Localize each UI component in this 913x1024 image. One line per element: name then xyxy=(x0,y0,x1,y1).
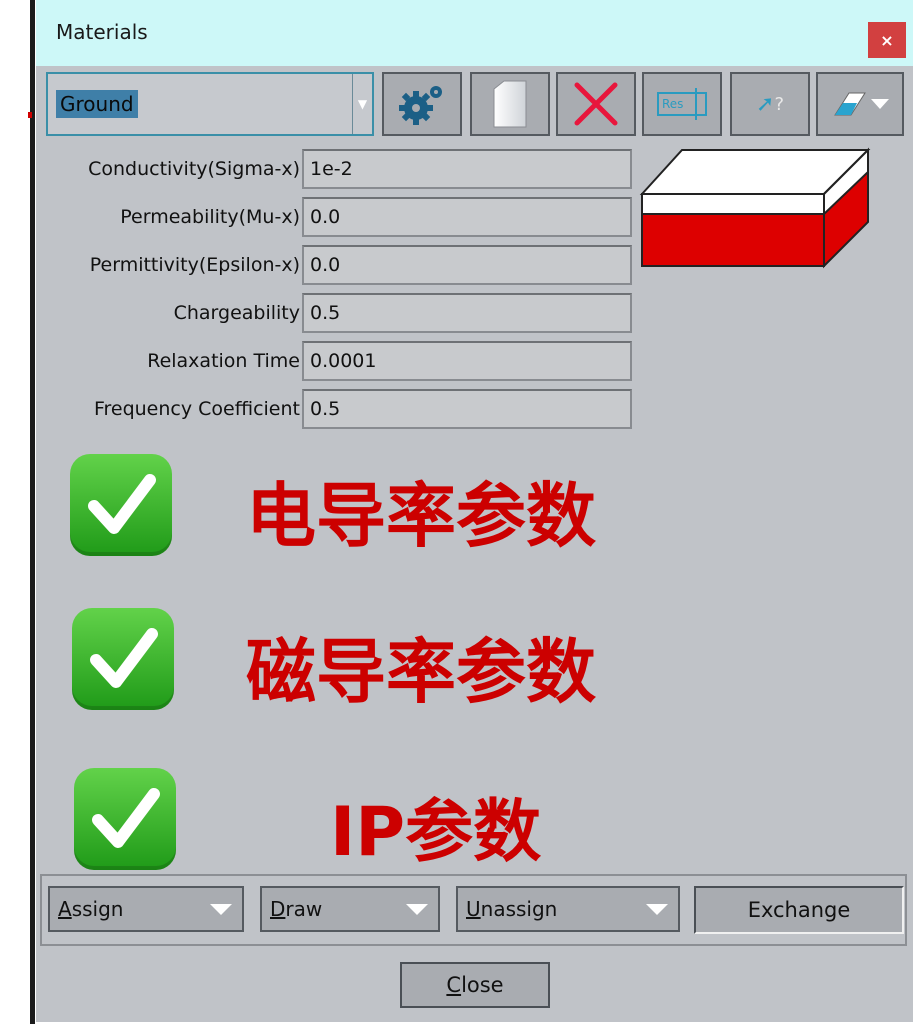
material-select[interactable]: Ground ▼ xyxy=(46,72,374,136)
assign-mnemonic: A xyxy=(58,897,72,921)
assign-dropdown[interactable]: Assign xyxy=(48,886,244,932)
eraser-icon xyxy=(834,92,866,116)
new-document-icon xyxy=(493,80,527,128)
relaxation-time-field[interactable]: 0.0001 xyxy=(302,341,632,381)
eraser-dropdown-button[interactable] xyxy=(816,72,904,136)
chargeability-label: Chargeability xyxy=(173,302,300,324)
permittivity-label: Permittivity(Epsilon-x) xyxy=(89,254,300,276)
conductivity-field[interactable]: 1e-2 xyxy=(302,149,632,189)
pointer-help-label: ? xyxy=(774,93,784,115)
chevron-down-icon[interactable]: ▼ xyxy=(352,74,372,134)
unassign-mnemonic: U xyxy=(466,897,481,921)
chevron-down-icon xyxy=(871,99,889,109)
conductivity-label: Conductivity(Sigma-x) xyxy=(88,158,300,180)
permeability-params-annotation: 磁导率参数 xyxy=(246,631,596,713)
draw-mnemonic: D xyxy=(270,897,286,921)
unassign-label: nassign xyxy=(480,897,558,921)
draw-dropdown[interactable]: Draw xyxy=(260,886,440,932)
permeability-label: Permeability(Mu-x) xyxy=(120,206,300,228)
ip-params-annotation: IP参数 xyxy=(330,793,542,872)
materials-dialog: Materials × Ground ▼ Res ➚ ? Conductivit… xyxy=(36,0,913,1022)
window-title: Materials xyxy=(56,20,148,44)
close-window-button[interactable]: × xyxy=(868,22,906,58)
delete-x-icon xyxy=(574,82,618,126)
frequency-coefficient-label: Frequency Coefficient xyxy=(93,398,300,420)
conductivity-params-annotation: 电导率参数 xyxy=(246,475,596,557)
close-label: lose xyxy=(461,973,504,997)
close-button[interactable]: Close xyxy=(400,962,550,1008)
resistivity-button[interactable]: Res xyxy=(642,72,722,136)
frequency-coefficient-field[interactable]: 0.5 xyxy=(302,389,632,429)
resistivity-icon: Res xyxy=(657,88,707,120)
close-mnemonic: C xyxy=(446,973,462,997)
pointer-help-button[interactable]: ➚ ? xyxy=(730,72,810,136)
check-icon xyxy=(72,608,174,710)
gear-icon xyxy=(399,86,442,125)
chargeability-field[interactable]: 0.5 xyxy=(302,293,632,333)
check-icon xyxy=(70,454,172,556)
material-preview-box xyxy=(639,147,871,269)
permeability-field[interactable]: 0.0 xyxy=(302,197,632,237)
chevron-down-icon xyxy=(646,904,668,915)
title-bar: Materials × xyxy=(36,0,913,66)
permittivity-field[interactable]: 0.0 xyxy=(302,245,632,285)
unassign-dropdown[interactable]: Unassign xyxy=(456,886,680,932)
pointer-help-icon: ➚ xyxy=(756,91,775,117)
delete-material-button[interactable] xyxy=(556,72,636,136)
background-window-edge xyxy=(0,0,36,1024)
material-select-value: Ground xyxy=(56,90,138,118)
assign-label: ssign xyxy=(71,897,124,921)
settings-button[interactable] xyxy=(382,72,462,136)
check-icon xyxy=(74,768,176,870)
resistivity-icon-label: Res xyxy=(662,97,684,111)
relaxation-time-label: Relaxation Time xyxy=(147,350,300,372)
chevron-down-icon xyxy=(210,904,232,915)
chevron-down-icon xyxy=(406,904,428,915)
new-material-button[interactable] xyxy=(470,72,550,136)
draw-label: raw xyxy=(285,897,323,921)
exchange-button[interactable]: Exchange xyxy=(694,886,904,934)
